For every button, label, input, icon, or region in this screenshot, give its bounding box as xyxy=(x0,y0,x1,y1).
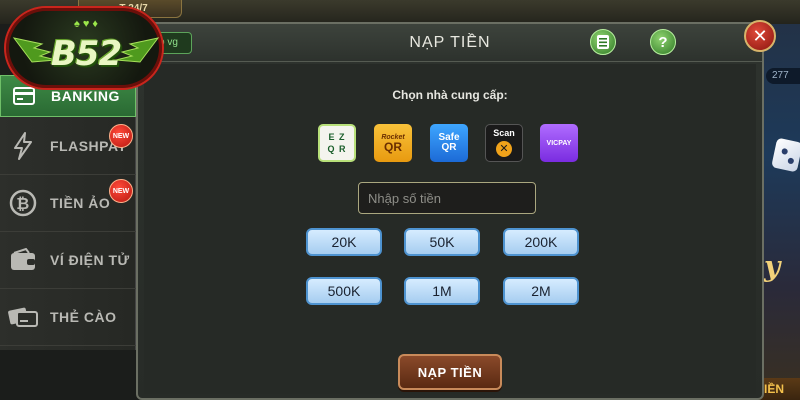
svg-text:₿: ₿ xyxy=(16,194,30,213)
provider-line: QR xyxy=(441,142,457,153)
provider-line: E Z xyxy=(328,131,346,142)
logo-text: B52 xyxy=(50,34,122,74)
sidebar-item-label: VÍ ĐIỆN TỬ xyxy=(50,252,130,268)
provider-label: Chọn nhà cung cấp: xyxy=(392,88,508,102)
dice-icon xyxy=(771,137,800,173)
sidebar-item-label: TIỀN ẢO xyxy=(50,195,111,211)
wallet-icon xyxy=(8,245,38,275)
history-icon[interactable] xyxy=(590,29,616,55)
amount-button-50k[interactable]: 50K xyxy=(404,228,480,256)
deposit-submit-button[interactable]: NẠP TIỀN xyxy=(398,354,502,390)
provider-line: VICPAY xyxy=(546,139,572,147)
sidebar-item-card[interactable]: THẺ CÀO xyxy=(0,289,136,346)
close-button[interactable]: ✕ xyxy=(744,20,776,52)
card-suits-icon: ♠ ♥ ♦ xyxy=(73,18,99,30)
amount-button-2m[interactable]: 2M xyxy=(503,277,579,305)
card-icon xyxy=(8,302,38,332)
provider-line: Scan xyxy=(493,128,515,138)
payment-method-sidebar: BANKING FLASHPAY ₿ TIỀN ẢO VÍ ĐIỆN TỬ TH… xyxy=(0,75,136,350)
amount-button-200k[interactable]: 200K xyxy=(503,228,579,256)
provider-line: QR xyxy=(384,139,402,154)
new-badge: NEW xyxy=(109,124,133,148)
game-banner-art: y xyxy=(764,250,781,283)
dialog-header: b vg NẠP TIỀN ? xyxy=(138,24,762,62)
sidebar-item-label: BANKING xyxy=(51,88,120,104)
provider-rocket-qr[interactable]: Rocket QR xyxy=(374,124,412,162)
deposit-dialog: b vg NẠP TIỀN ? ✕ Chọn nhà cung cấp: E Z… xyxy=(136,20,776,400)
provider-ezqr[interactable]: E Z Q R xyxy=(318,124,356,162)
amount-input[interactable] xyxy=(358,182,536,214)
brand-logo: ♠ ♥ ♦ B52 xyxy=(4,6,164,90)
amount-button-500k[interactable]: 500K xyxy=(306,277,382,305)
amount-button-1m[interactable]: 1M xyxy=(404,277,480,305)
online-counter: 277 xyxy=(766,68,800,84)
provider-vicpay[interactable]: VICPAY xyxy=(540,124,578,162)
amount-button-20k[interactable]: 20K xyxy=(306,228,382,256)
provider-safe-qr[interactable]: Safe QR xyxy=(430,124,468,162)
lightning-icon xyxy=(8,131,38,161)
scan-x-icon: ✕ xyxy=(496,141,512,157)
bitcoin-icon: ₿ xyxy=(8,188,38,218)
help-icon[interactable]: ? xyxy=(650,29,676,55)
provider-line: Q R xyxy=(327,143,347,154)
background-button-label: IỀN xyxy=(758,378,800,400)
sidebar-item-label: THẺ CÀO xyxy=(50,309,117,325)
new-badge: NEW xyxy=(109,179,133,203)
dialog-body: Chọn nhà cung cấp: E Z Q R Rocket QR Saf… xyxy=(144,64,756,394)
sidebar-item-ewallet[interactable]: VÍ ĐIỆN TỬ xyxy=(0,232,136,289)
provider-scan[interactable]: Scan ✕ xyxy=(485,124,523,162)
